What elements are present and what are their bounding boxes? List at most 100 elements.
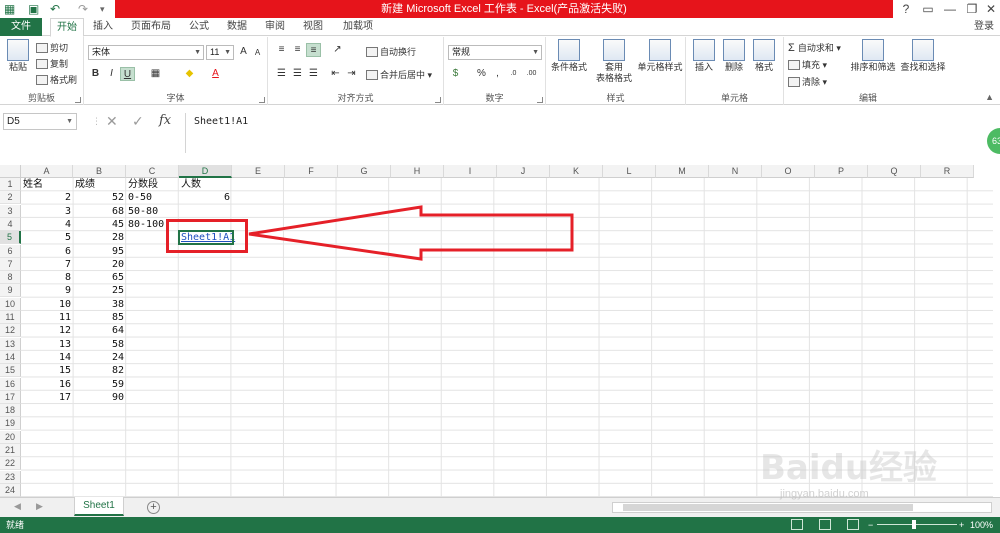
row-header-15[interactable]: 15 <box>0 364 21 378</box>
cell-a14[interactable]: 14 <box>21 351 73 364</box>
tab-insert[interactable]: 插入 <box>88 18 118 36</box>
cell-a17[interactable]: 17 <box>21 391 73 404</box>
column-header-g[interactable]: G <box>338 165 391 178</box>
sheet-tab-sheet1[interactable]: Sheet1 <box>74 497 124 516</box>
sort-filter-button[interactable]: 排序和筛选 <box>850 39 896 73</box>
row-header-3[interactable]: 3 <box>0 204 21 218</box>
row-header-24[interactable]: 24 <box>0 483 21 497</box>
cell-d2[interactable]: 6 <box>179 191 232 204</box>
underline-button[interactable]: U <box>120 67 135 81</box>
insert-function-icon[interactable]: fx <box>159 113 171 128</box>
column-header-a[interactable]: A <box>21 165 73 178</box>
cell-a15[interactable]: 15 <box>21 364 73 377</box>
cell-b12[interactable]: 64 <box>73 324 126 337</box>
row-header-13[interactable]: 13 <box>0 337 21 351</box>
row-header-11[interactable]: 11 <box>0 311 21 324</box>
column-header-n[interactable]: N <box>709 165 762 178</box>
formula-input[interactable]: Sheet1!A1 <box>185 113 985 153</box>
cut-button[interactable]: 剪切 <box>36 41 68 54</box>
cell-d1[interactable]: 人数 <box>179 178 232 191</box>
font-color-icon[interactable]: A <box>208 67 223 81</box>
merge-center-button[interactable]: 合并后居中 ▾ <box>366 68 432 81</box>
column-header-h[interactable]: H <box>391 165 444 178</box>
help-button[interactable]: ? <box>895 0 917 18</box>
normal-view-icon[interactable] <box>791 519 803 530</box>
column-header-r[interactable]: R <box>921 165 974 178</box>
clear-button[interactable]: 清除 ▾ <box>788 75 827 88</box>
ribbon-display-button[interactable]: ▭ <box>917 0 939 18</box>
alignment-launcher-icon[interactable] <box>435 97 441 103</box>
cell-b3[interactable]: 68 <box>73 205 126 218</box>
cell-a8[interactable]: 8 <box>21 271 73 284</box>
redo-icon[interactable]: ↷ <box>78 2 88 16</box>
cell-b17[interactable]: 90 <box>73 391 126 404</box>
cell-a9[interactable]: 9 <box>21 284 73 297</box>
minimize-button[interactable]: — <box>939 0 961 18</box>
cell-a10[interactable]: 10 <box>21 298 73 311</box>
tab-view[interactable]: 视图 <box>298 18 328 36</box>
autosum-button[interactable]: Σ 自动求和 ▾ <box>788 41 841 54</box>
row-header-4[interactable]: 4 <box>0 217 21 231</box>
align-top-icon[interactable]: ≡ <box>274 43 289 57</box>
cell-b1[interactable]: 成绩 <box>73 178 126 191</box>
format-as-table-button[interactable]: 套用 表格格式 <box>594 39 634 84</box>
row-header-2[interactable]: 2 <box>0 191 21 205</box>
insert-cells-button[interactable]: 插入 <box>690 39 718 73</box>
undo-icon[interactable]: ↶ <box>50 2 60 16</box>
row-header-20[interactable]: 20 <box>0 430 21 444</box>
column-header-e[interactable]: E <box>232 165 285 178</box>
cell-a2[interactable]: 2 <box>21 191 73 204</box>
prev-sheet-icon[interactable]: ◀ <box>14 501 21 512</box>
column-header-l[interactable]: L <box>603 165 656 178</box>
close-button[interactable]: ✕ <box>980 0 1000 18</box>
row-header-8[interactable]: 8 <box>0 271 21 285</box>
tab-page-layout[interactable]: 页面布局 <box>128 18 174 36</box>
cell-b11[interactable]: 85 <box>73 311 126 324</box>
column-header-q[interactable]: Q <box>868 165 921 178</box>
align-bottom-icon[interactable]: ≡ <box>306 43 321 57</box>
cell-b14[interactable]: 24 <box>73 351 126 364</box>
row-header-16[interactable]: 16 <box>0 377 21 391</box>
cell-a4[interactable]: 4 <box>21 218 73 231</box>
add-sheet-button[interactable]: + <box>147 501 160 514</box>
percent-icon[interactable]: % <box>474 67 489 81</box>
tab-addins[interactable]: 加载项 <box>338 18 378 36</box>
row-header-23[interactable]: 23 <box>0 470 21 484</box>
zoom-out-icon[interactable]: − <box>868 517 873 533</box>
select-all-corner[interactable] <box>0 165 21 178</box>
column-header-m[interactable]: M <box>656 165 709 178</box>
row-header-7[interactable]: 7 <box>0 257 21 271</box>
decrease-font-icon[interactable]: A <box>250 46 265 60</box>
cell-a6[interactable]: 6 <box>21 245 73 258</box>
cell-a7[interactable]: 7 <box>21 258 73 271</box>
conditional-format-button[interactable]: 条件格式 <box>548 39 590 73</box>
font-launcher-icon[interactable] <box>259 97 265 103</box>
page-break-view-icon[interactable] <box>847 519 859 530</box>
format-painter-button[interactable]: 格式刷 <box>36 73 77 86</box>
collapse-ribbon-icon[interactable]: ▲ <box>985 92 994 102</box>
row-header-1[interactable]: 1 <box>0 178 21 191</box>
row-header-14[interactable]: 14 <box>0 350 21 364</box>
zoom-slider-knob[interactable] <box>912 520 916 529</box>
name-box[interactable]: D5 ▼ <box>3 113 77 130</box>
column-header-d[interactable]: D <box>179 165 232 178</box>
cell-b6[interactable]: 95 <box>73 245 126 258</box>
currency-icon[interactable]: $ <box>448 67 463 81</box>
paste-button[interactable]: 粘贴 <box>4 39 32 73</box>
align-left-icon[interactable]: ☰ <box>274 67 289 81</box>
cell-a16[interactable]: 16 <box>21 378 73 391</box>
column-header-i[interactable]: I <box>444 165 497 178</box>
row-header-5[interactable]: 5 <box>0 231 21 245</box>
next-sheet-icon[interactable]: ▶ <box>36 501 43 512</box>
cell-b8[interactable]: 65 <box>73 271 126 284</box>
enter-icon[interactable]: ✓ <box>132 113 144 130</box>
wrap-text-button[interactable]: 自动换行 <box>366 45 416 58</box>
column-header-j[interactable]: J <box>497 165 550 178</box>
cell-b5[interactable]: 28 <box>73 231 126 244</box>
row-header-21[interactable]: 21 <box>0 444 21 457</box>
increase-font-icon[interactable]: A <box>236 45 251 59</box>
fill-color-icon[interactable]: ◆ <box>182 67 197 81</box>
cell-b15[interactable]: 82 <box>73 364 126 377</box>
clipboard-launcher-icon[interactable] <box>75 97 81 103</box>
cell-b13[interactable]: 58 <box>73 338 126 351</box>
